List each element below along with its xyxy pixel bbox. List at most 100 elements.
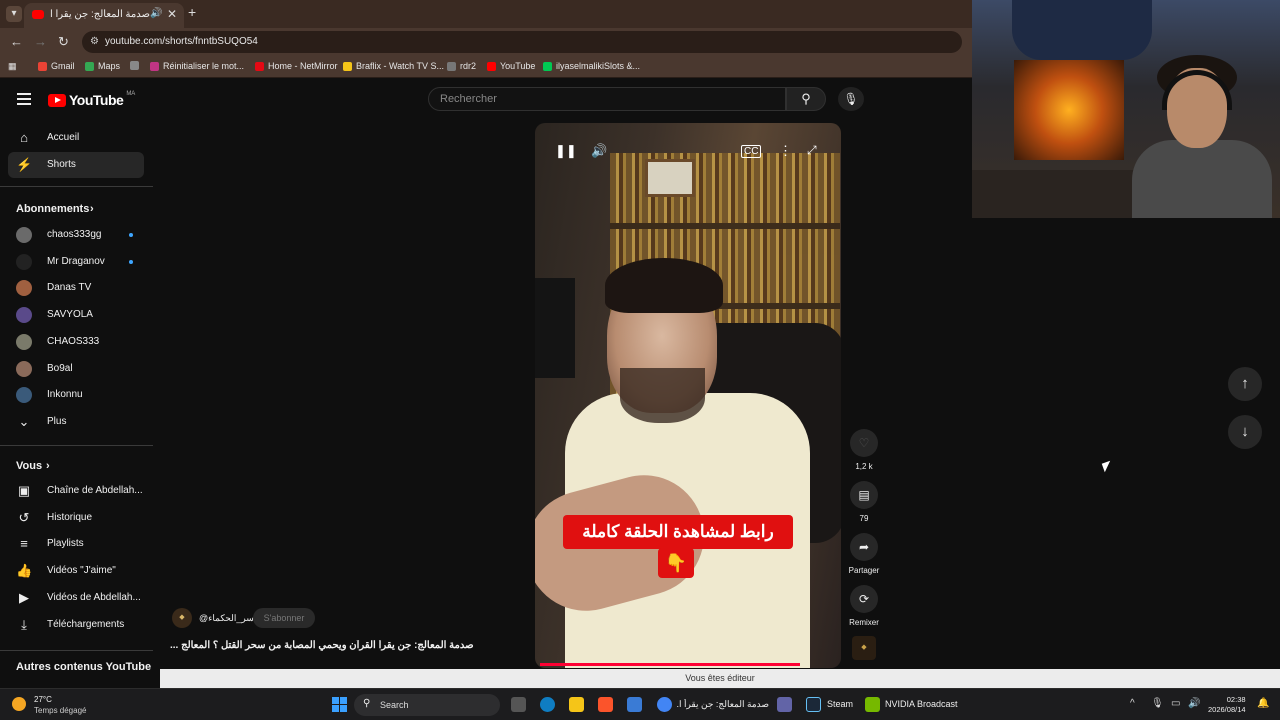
teams-icon[interactable] <box>777 697 792 712</box>
volume-icon[interactable]: 🔊 <box>591 143 607 159</box>
bookmark-item[interactable]: YouTube <box>487 61 535 71</box>
site-info-icon[interactable]: ⚙ <box>90 36 99 47</box>
youtube-favicon-icon <box>32 10 44 19</box>
windows-start-icon[interactable] <box>332 697 347 712</box>
tray-chevron-icon[interactable]: ^ <box>1130 698 1135 709</box>
next-short-button[interactable]: ↓ <box>1228 415 1262 449</box>
url-text: youtube.com/shorts/fnntbSUQO54 <box>105 36 258 47</box>
new-tab-button[interactable]: + <box>188 4 196 20</box>
sidebar-you-item[interactable]: ▶ Vidéos de Abdellah... <box>8 585 144 611</box>
sidebar-subscription-item[interactable]: CHAOS333 <box>8 329 144 355</box>
sidebar-item-shorts[interactable]: ⚡ Shorts <box>8 152 144 178</box>
sidebar-subscription-item[interactable]: Mr Draganov <box>8 249 144 275</box>
sidebar-item-accueil[interactable]: ⌂ Accueil <box>8 125 144 151</box>
tray-volume-icon[interactable]: 🔊 <box>1188 698 1200 709</box>
bookmark-item[interactable]: ilyaselmalikiSlots &... <box>543 61 640 71</box>
bookmark-item[interactable]: Braflix - Watch TV S... <box>343 61 444 71</box>
store-icon[interactable] <box>627 697 642 712</box>
brave-icon[interactable] <box>598 697 613 712</box>
nvidia-icon[interactable] <box>865 697 880 712</box>
task-view-icon[interactable] <box>511 697 526 712</box>
sidebar-you-item[interactable]: ↺ Historique <box>8 505 144 531</box>
sidebar-you-item[interactable]: ▣ Chaîne de Abdellah... <box>8 478 144 504</box>
other-youtube-heading[interactable]: Autres contenus YouTube <box>16 661 151 673</box>
reload-icon[interactable]: ↻ <box>58 34 69 50</box>
tab-title: صدمة المعالج: جن يقرأ القرآن <box>50 9 150 20</box>
you-heading[interactable]: Vous <box>16 460 42 472</box>
like-button[interactable]: ♡ <box>850 429 878 457</box>
pause-icon[interactable]: ❚❚ <box>555 143 577 159</box>
address-bar[interactable]: ⚙ youtube.com/shorts/fnntbSUQO54 <box>82 31 962 53</box>
short-title[interactable]: صدمة المعالج: جن يقرأ القرآن ويحمي المصا… <box>170 640 500 651</box>
subscriptions-heading[interactable]: Abonnements <box>16 203 89 215</box>
tab-close-icon[interactable]: ✕ <box>167 7 177 21</box>
captions-icon[interactable]: CC <box>741 145 762 158</box>
edge-icon[interactable] <box>540 697 555 712</box>
file-explorer-icon[interactable] <box>569 697 584 712</box>
taskbar-search[interactable]: ⚲ Search <box>354 694 500 716</box>
video-progress-bar[interactable] <box>540 663 800 666</box>
remix-label: Remixer <box>849 618 879 627</box>
weather-description[interactable]: Temps dégagé <box>34 706 86 715</box>
bookmark-favicon-icon <box>487 61 496 71</box>
chevron-right-icon[interactable]: › <box>90 203 94 215</box>
fullscreen-icon[interactable]: ⤢ <box>807 143 817 158</box>
bookmark-label: Braflix - Watch TV S... <box>356 61 445 71</box>
forward-icon[interactable]: → <box>34 34 47 49</box>
speaker-scene <box>535 278 575 378</box>
bookmark-label: rdr2 <box>460 61 477 71</box>
chrome-window-label[interactable]: صدمة المعالج: جن يقرأ ا... <box>677 699 769 710</box>
bookmark-item[interactable]: Home - NetMirror <box>255 61 338 71</box>
steam-window-label[interactable]: Steam <box>827 699 853 709</box>
shorts-icon: ⚡ <box>16 157 33 172</box>
chrome-icon[interactable] <box>657 697 672 712</box>
bookmark-item[interactable]: rdr2 <box>447 61 476 71</box>
steam-icon[interactable] <box>806 697 821 712</box>
search-button[interactable]: ⚲ <box>786 87 826 111</box>
tray-network-icon[interactable]: ▭ <box>1171 698 1180 709</box>
tray-mic-icon[interactable]: 🎙 <box>1151 698 1164 709</box>
bookmark-favicon-icon <box>85 61 94 71</box>
sidebar-subscription-item[interactable]: ⌄ Plus <box>8 409 144 435</box>
back-icon[interactable]: ← <box>10 34 23 49</box>
webcam-overlay <box>972 0 1280 218</box>
channel-avatar <box>16 307 32 324</box>
more-options-icon[interactable]: ⋮ <box>779 143 792 159</box>
nvidia-window-label[interactable]: NVIDIA Broadcast <box>885 699 958 709</box>
sound-channel-avatar[interactable]: ◆ <box>852 636 876 660</box>
bookmark-item[interactable] <box>130 61 143 70</box>
notification-icon[interactable]: 🔔 <box>1257 698 1269 709</box>
tab-search-chevron-icon[interactable]: ▾ <box>6 6 22 22</box>
bookmark-item[interactable]: Gmail <box>38 61 75 71</box>
sidebar-subscription-item[interactable]: Bo9al <box>8 356 144 382</box>
browser-tab[interactable]: صدمة المعالج: جن يقرأ القرآن 🔊 ✕ <box>24 3 184 28</box>
apps-grid-icon[interactable]: ▦ <box>8 61 17 72</box>
weather-temperature[interactable]: 27°C <box>34 695 52 704</box>
weather-moon-icon[interactable] <box>12 697 26 711</box>
sidebar-you-item[interactable]: ⤓ Téléchargements <box>8 612 144 638</box>
taskbar-clock[interactable]: 02:38 2026/08/14 <box>1208 695 1246 715</box>
youtube-logo[interactable]: YouTube MA <box>48 91 135 108</box>
previous-short-button[interactable]: ↑ <box>1228 367 1262 401</box>
bookmark-item[interactable]: Réinitialiser le mot... <box>150 61 244 71</box>
bookmark-item[interactable]: Maps <box>85 61 120 71</box>
tab-audio-icon[interactable]: 🔊 <box>150 8 162 19</box>
subscribe-button[interactable]: S'abonner <box>253 608 315 628</box>
voice-search-button[interactable]: 🎙 <box>838 87 864 111</box>
search-input[interactable]: Rechercher <box>428 87 786 111</box>
menu-icon[interactable] <box>17 93 31 105</box>
sidebar-subscription-item[interactable]: Inkonnu <box>8 382 144 408</box>
chevron-right-icon[interactable]: › <box>46 460 50 472</box>
share-button[interactable]: ➦ <box>850 533 878 561</box>
shorts-video-player[interactable]: ❚❚ 🔊 CC ⋮ ⤢ رابط لمشاهدة الحلقة كاملة 👇 <box>535 123 841 668</box>
sidebar-you-item[interactable]: ≡ Playlists <box>8 531 144 557</box>
remix-button[interactable]: ⟳ <box>850 585 878 613</box>
sidebar-you-item[interactable]: 👍 Vidéos "J'aime" <box>8 558 144 584</box>
channel-name[interactable]: @سر_الحكماء <box>199 613 254 624</box>
sidebar-subscription-item[interactable]: Danas TV <box>8 275 144 301</box>
comments-button[interactable]: ▤ <box>850 481 878 509</box>
channel-avatar[interactable]: ◆ <box>172 608 192 628</box>
sidebar-subscription-item[interactable]: chaos333gg <box>8 222 144 248</box>
sidebar-subscription-item[interactable]: SAVYOLA <box>8 302 144 328</box>
bookmark-label: YouTube <box>500 61 536 71</box>
